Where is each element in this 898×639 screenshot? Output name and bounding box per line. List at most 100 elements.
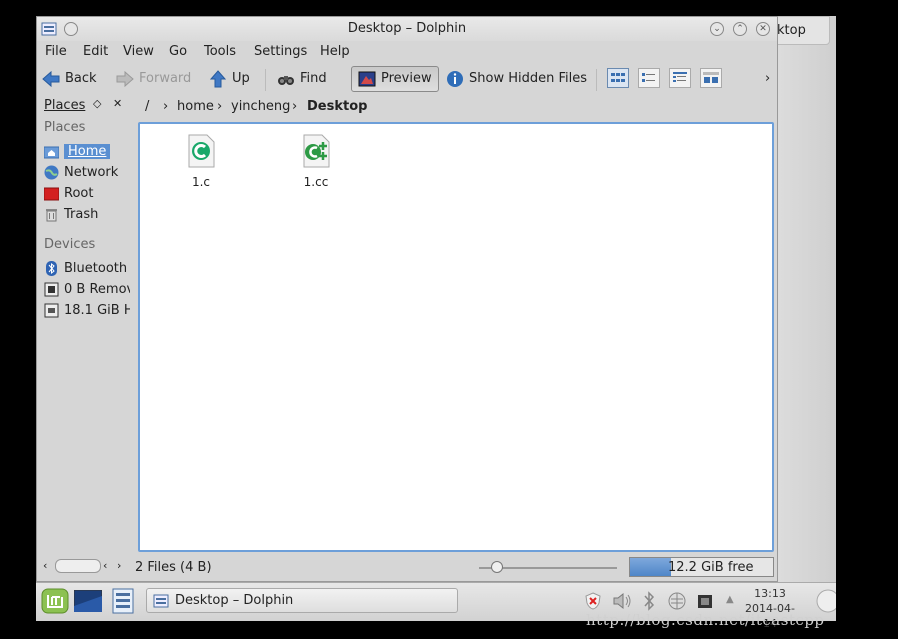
show-hidden-label: Show Hidden Files bbox=[469, 71, 587, 86]
panel-scroll-left-icon[interactable]: ‹ bbox=[43, 559, 47, 572]
red-folder-icon bbox=[44, 187, 59, 201]
desktop-icon bbox=[73, 589, 103, 613]
chevron-right-icon: › bbox=[292, 99, 298, 114]
status-summary: 2 Files (4 B) bbox=[135, 560, 212, 575]
breadcrumb: / › home › yincheng › Desktop bbox=[137, 96, 777, 118]
place-home-label: Home bbox=[64, 144, 111, 159]
compact-view-button[interactable] bbox=[638, 68, 660, 88]
panel-scrollbar[interactable] bbox=[55, 559, 101, 573]
device-hard-drive-label: 18.1 GiB H bbox=[64, 303, 130, 318]
maximize-button[interactable]: ⌃ bbox=[733, 22, 747, 36]
show-desktop-button[interactable] bbox=[73, 589, 103, 613]
hard-drive-icon bbox=[44, 303, 59, 318]
toolbar-overflow-button[interactable]: › bbox=[765, 68, 770, 90]
find-label: Find bbox=[300, 71, 327, 86]
menu-bar: File Edit View Go Tools Settings Help bbox=[37, 41, 777, 63]
task-dolphin[interactable]: Desktop – Dolphin bbox=[146, 588, 458, 613]
task-dolphin-label: Desktop – Dolphin bbox=[175, 593, 294, 608]
place-root[interactable]: Root bbox=[44, 184, 130, 203]
title-bar[interactable]: Desktop – Dolphin ⌄ ⌃ ✕ bbox=[37, 17, 777, 41]
split-view-button[interactable] bbox=[700, 68, 722, 88]
home-folder-icon bbox=[44, 146, 59, 159]
device-bluetooth[interactable]: Bluetooth bbox=[44, 259, 130, 278]
compact-view-icon bbox=[642, 73, 655, 82]
back-button[interactable]: Back bbox=[42, 68, 97, 90]
breadcrumb-yincheng[interactable]: yincheng bbox=[231, 99, 290, 114]
background-window-titlebar[interactable]: ktop bbox=[770, 16, 830, 45]
free-space-bar[interactable]: 12.2 GiB free bbox=[629, 557, 774, 577]
up-label: Up bbox=[232, 71, 250, 86]
trash-icon bbox=[46, 209, 57, 222]
panel-float-icon[interactable]: ◇ bbox=[93, 97, 101, 110]
file-name: 1.cc bbox=[303, 175, 329, 189]
chevron-right-icon: › bbox=[217, 99, 223, 114]
up-button[interactable]: Up bbox=[209, 68, 250, 90]
application-launcher-button[interactable] bbox=[40, 587, 70, 615]
forward-label: Forward bbox=[139, 71, 192, 86]
panel-scroll-prev-icon[interactable]: ‹ bbox=[103, 559, 107, 572]
network-globe-icon bbox=[44, 165, 59, 180]
place-network-label: Network bbox=[64, 165, 119, 180]
menu-view[interactable]: View bbox=[123, 44, 154, 59]
panel-scroll-next-icon[interactable]: › bbox=[117, 559, 121, 572]
bluetooth-icon bbox=[46, 261, 57, 276]
removable-drive-icon bbox=[44, 282, 59, 297]
file-item[interactable]: 1.cc bbox=[286, 134, 346, 189]
place-network[interactable]: Network bbox=[44, 163, 130, 182]
background-window bbox=[778, 16, 836, 582]
panel-close-icon[interactable]: ✕ bbox=[113, 97, 122, 110]
mint-logo-icon bbox=[41, 588, 69, 614]
free-space-fill bbox=[630, 558, 671, 576]
menu-edit[interactable]: Edit bbox=[83, 44, 108, 59]
device-removable[interactable]: 0 B Remov bbox=[44, 280, 130, 299]
window-title: Desktop – Dolphin bbox=[347, 21, 467, 36]
forward-button[interactable]: Forward bbox=[116, 68, 191, 90]
arrow-left-icon bbox=[42, 70, 60, 88]
places-panel: Places ◇ ✕ Places Home Network Root Tras… bbox=[37, 96, 133, 552]
preview-image-icon bbox=[358, 71, 376, 87]
devices-section-title: Devices bbox=[44, 237, 96, 252]
details-view-button[interactable] bbox=[669, 68, 691, 88]
arrow-up-icon bbox=[209, 70, 227, 88]
free-space-label: 12.2 GiB free bbox=[668, 560, 754, 575]
details-view-icon bbox=[673, 72, 687, 82]
menu-go[interactable]: Go bbox=[169, 44, 187, 59]
info-icon bbox=[447, 71, 463, 87]
device-bluetooth-label: Bluetooth bbox=[64, 261, 128, 276]
icons-view-button[interactable] bbox=[607, 68, 629, 88]
watermark: http://blog.csdn.net/itcastcpp bbox=[586, 611, 825, 629]
menu-tools[interactable]: Tools bbox=[204, 44, 236, 59]
device-hard-drive[interactable]: 18.1 GiB H bbox=[44, 301, 130, 320]
c-source-file-icon bbox=[188, 134, 215, 168]
places-panel-header: Places bbox=[44, 98, 86, 113]
menu-help[interactable]: Help bbox=[320, 44, 350, 59]
close-button[interactable]: ✕ bbox=[756, 22, 770, 36]
show-hidden-files-button[interactable]: Show Hidden Files bbox=[446, 68, 587, 90]
zoom-slider-handle[interactable] bbox=[491, 561, 503, 573]
background-window-title: ktop bbox=[777, 23, 806, 38]
file-view[interactable]: 1.c 1.cc bbox=[138, 122, 774, 552]
breadcrumb-desktop[interactable]: Desktop bbox=[307, 99, 367, 114]
clock-time: 13:13 bbox=[754, 587, 786, 600]
dolphin-window: Desktop – Dolphin ⌄ ⌃ ✕ File Edit View G… bbox=[36, 16, 778, 582]
minimize-button[interactable]: ⌄ bbox=[710, 22, 724, 36]
tray-expand-icon[interactable]: ▲ bbox=[726, 594, 734, 605]
breadcrumb-home[interactable]: home bbox=[177, 99, 214, 114]
place-trash[interactable]: Trash bbox=[44, 205, 130, 224]
arrow-right-icon bbox=[116, 70, 134, 88]
menu-file[interactable]: File bbox=[45, 44, 67, 59]
dolphin-task-icon bbox=[153, 594, 169, 607]
file-item[interactable]: 1.c bbox=[171, 134, 231, 189]
status-bar: ‹ ‹ › 2 Files (4 B) 12.2 GiB free bbox=[37, 555, 777, 581]
place-trash-label: Trash bbox=[64, 207, 99, 222]
back-label: Back bbox=[65, 71, 97, 86]
toolbar-separator bbox=[265, 69, 266, 91]
preview-toggle[interactable]: Preview bbox=[351, 66, 439, 92]
file-manager-launcher[interactable] bbox=[112, 588, 134, 614]
menu-settings[interactable]: Settings bbox=[254, 44, 307, 59]
place-home[interactable]: Home bbox=[44, 142, 130, 161]
breadcrumb-root[interactable]: / bbox=[145, 99, 149, 114]
find-button[interactable]: Find bbox=[277, 68, 327, 90]
place-root-label: Root bbox=[64, 186, 94, 201]
places-section-title: Places bbox=[44, 120, 86, 135]
